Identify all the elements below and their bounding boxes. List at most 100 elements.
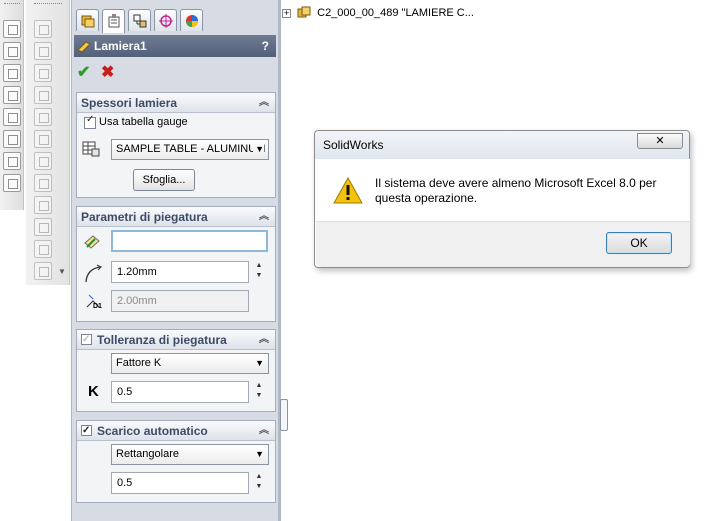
unfold-icon[interactable] [34, 218, 52, 236]
d1-label: D1 [93, 303, 102, 310]
sketched-bend-icon[interactable] [34, 152, 52, 170]
flatten-icon[interactable] [34, 196, 52, 214]
chevron-down-icon: ▼ [253, 140, 264, 159]
gauge-group: Spessori lamiera ︽ Usa tabella gauge SAM… [76, 92, 276, 198]
corner-tools-icon[interactable] [34, 262, 52, 280]
sheet-metal-icon [77, 41, 91, 53]
bend-allowance-type-value: Fattore K [116, 357, 162, 369]
bend-radius-input[interactable]: 2.00mm [111, 290, 249, 312]
k-factor-input[interactable]: 0.5 [111, 381, 249, 403]
close-button[interactable]: ✕ [637, 133, 683, 149]
property-manager-title: Lamiera1 ? [74, 35, 276, 57]
collapse-icon[interactable]: ︽ [259, 330, 269, 350]
relief-ratio-input[interactable]: 0.5 [111, 472, 249, 494]
jog-icon[interactable] [34, 130, 52, 148]
feature-name: Lamiera1 [94, 39, 147, 53]
toolbar-grip[interactable] [34, 3, 62, 5]
auto-relief-header[interactable]: Scarico automatico ︽ [77, 421, 275, 441]
appearance-icon [186, 15, 198, 27]
gauge-group-header[interactable]: Spessori lamiera ︽ [77, 93, 275, 113]
mirror-tool-icon[interactable] [3, 174, 21, 192]
bend-parameters-group: Parametri di piegatura ︽ 1.20mm ▲ ▼ D1 2.… [76, 206, 276, 322]
ok-check-icon[interactable]: ✔ [77, 62, 90, 82]
toolbar-empty-area [26, 285, 70, 521]
fixed-face-icon [84, 235, 100, 249]
gauge-group-title: Spessori lamiera [81, 96, 178, 110]
tab-display-manager[interactable] [180, 9, 203, 31]
warning-icon [333, 177, 363, 204]
browse-button[interactable]: Sfoglia... [133, 169, 195, 191]
line-tool-icon[interactable] [3, 64, 21, 82]
ok-button[interactable]: OK [606, 232, 672, 254]
gauge-table-value: SAMPLE TABLE - ALUMINUM [116, 143, 266, 155]
auto-relief-title: Scarico automatico [97, 424, 208, 438]
auto-relief-checkbox[interactable] [81, 421, 92, 441]
chevron-down-icon: ▼ [255, 449, 264, 459]
use-gauge-table-label: Usa tabella gauge [99, 116, 188, 128]
relief-ratio-spinner[interactable]: ▲ ▼ [251, 472, 267, 494]
expand-icon[interactable]: + [282, 8, 291, 18]
solidworks-message-dialog: SolidWorks ✕ Il sistema deve avere almen… [314, 130, 690, 268]
dialog-message: Il sistema deve avere almeno Microsoft E… [375, 176, 657, 205]
collapse-icon[interactable]: ︽ [259, 421, 269, 441]
bend-parameters-title: Parametri di piegatura [81, 210, 208, 224]
relief-type-value: Rettangolare [116, 448, 179, 460]
thickness-input[interactable]: 1.20mm [111, 261, 249, 283]
dialog-title-bar[interactable]: SolidWorks [315, 131, 689, 159]
dialog-body: Il sistema deve avere almeno Microsoft E… [316, 159, 690, 221]
panel-splitter[interactable] [278, 0, 281, 521]
feature-tree-icon [81, 15, 95, 28]
hem-icon[interactable] [34, 108, 52, 126]
chevron-down-icon[interactable]: ▼ [58, 267, 66, 276]
tab-feature-manager[interactable] [76, 9, 99, 31]
part-icon [297, 6, 311, 18]
part-name[interactable]: C2_000_00_489 "LAMIERE C... [317, 7, 474, 19]
bend-allowance-checkbox[interactable] [81, 330, 92, 350]
bend-allowance-header[interactable]: Tolleranza di piegatura ︽ [77, 330, 275, 350]
dialog-title: SolidWorks [323, 138, 384, 152]
dialog-button-bar: OK [316, 221, 690, 267]
thickness-spinner[interactable]: ▲ ▼ [251, 261, 267, 283]
bend-allowance-type-select[interactable]: Fattore K ▼ [111, 353, 269, 374]
tab-property-manager[interactable] [102, 9, 125, 33]
gauge-table-icon [82, 141, 100, 157]
circle-tool-icon[interactable] [3, 108, 21, 126]
sketch-tool-icon[interactable] [3, 42, 21, 60]
property-icon [108, 14, 120, 28]
crosshair-icon [159, 14, 173, 28]
toolbar-empty-area [0, 210, 24, 521]
fixed-face-selection-box[interactable] [111, 230, 268, 252]
sheetmetal-toolbar-strip: ▼ [26, 0, 70, 285]
edge-flange-icon[interactable] [34, 64, 52, 82]
closed-corner-icon[interactable] [34, 174, 52, 192]
spline-tool-icon[interactable] [3, 152, 21, 170]
feature-tree: + C2_000_00_489 "LAMIERE C... [282, 6, 474, 20]
toolbar-grip[interactable] [4, 3, 20, 5]
bend-allowance-title: Tolleranza di piegatura [97, 333, 227, 347]
tab-dimxpert[interactable] [154, 9, 177, 31]
base-flange-icon[interactable] [34, 42, 52, 60]
rectangle-tool-icon[interactable] [3, 86, 21, 104]
chevron-down-icon: ▼ [255, 358, 264, 368]
help-button[interactable]: ? [262, 35, 269, 57]
relief-type-select[interactable]: Rettangolare ▼ [111, 444, 269, 465]
bend-parameters-header[interactable]: Parametri di piegatura ︽ [77, 207, 275, 227]
collapse-icon[interactable]: ︽ [259, 93, 269, 113]
arc-tool-icon[interactable] [3, 130, 21, 148]
miter-flange-icon[interactable] [34, 86, 52, 104]
cancel-x-icon[interactable]: ✖ [101, 62, 114, 82]
tab-configuration-manager[interactable] [128, 9, 151, 31]
splitter-handle[interactable] [280, 399, 288, 431]
auto-relief-group: Scarico automatico ︽ Rettangolare ▼ 0.5 … [76, 420, 276, 503]
fold-icon[interactable] [34, 240, 52, 258]
property-manager-panel: Lamiera1 ? ✔ ✖ Spessori lamiera ︽ Usa ta… [71, 0, 278, 521]
configuration-icon [133, 14, 147, 28]
use-gauge-table-checkbox[interactable] [84, 114, 96, 129]
sketch-toolbar-strip [0, 0, 24, 210]
k-factor-spinner[interactable]: ▲ ▼ [251, 381, 267, 403]
collapse-icon[interactable]: ︽ [259, 207, 269, 227]
thickness-icon [85, 264, 102, 283]
smart-dimension-tool-icon[interactable] [3, 20, 21, 38]
3d-sketch-icon[interactable] [34, 20, 52, 38]
gauge-table-select[interactable]: SAMPLE TABLE - ALUMINUM ▼ [111, 139, 269, 160]
